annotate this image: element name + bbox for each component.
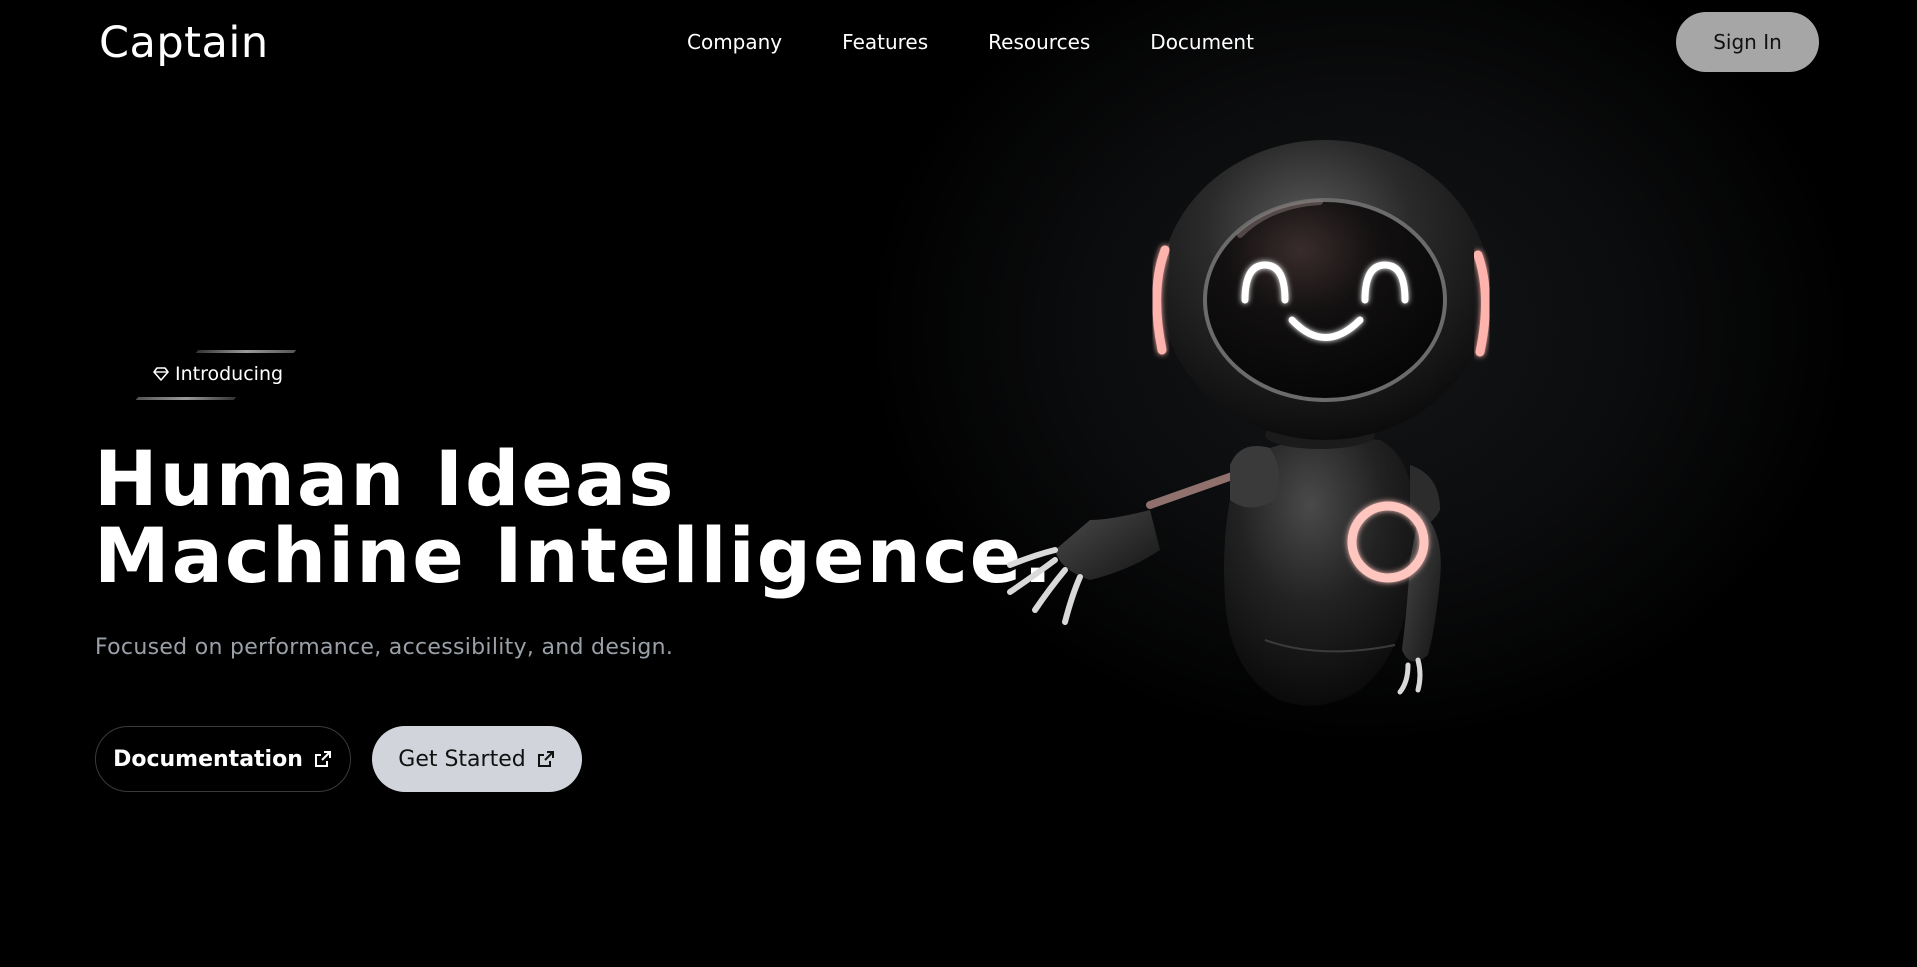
landing-page: Captain Company Features Resources Docum… xyxy=(0,0,1917,967)
logo[interactable]: Captain xyxy=(99,18,269,68)
external-link-icon xyxy=(537,751,554,767)
external-link-icon xyxy=(314,751,331,767)
hero-title-line-2: Machine Intelligence. xyxy=(94,511,1055,600)
nav-features[interactable]: Features xyxy=(842,30,928,54)
hero-subtitle: Focused on performance, accessibility, a… xyxy=(95,635,674,660)
gem-icon xyxy=(153,367,169,381)
get-started-label: Get Started xyxy=(398,746,526,772)
badge-line-bottom xyxy=(135,397,237,400)
badge-content: Introducing xyxy=(153,363,283,385)
hero-title-line-1: Human Ideas xyxy=(94,434,676,523)
main-nav: Company Features Resources Document xyxy=(687,30,1314,54)
badge-line-top xyxy=(195,350,297,353)
documentation-button[interactable]: Documentation xyxy=(95,726,351,792)
sign-in-button[interactable]: Sign In xyxy=(1676,12,1819,72)
nav-document[interactable]: Document xyxy=(1150,30,1254,54)
robot-illustration xyxy=(1007,140,1490,706)
robot-head xyxy=(1152,140,1490,440)
introducing-badge: Introducing xyxy=(135,350,297,402)
robot-body xyxy=(1224,437,1441,706)
documentation-label: Documentation xyxy=(113,746,303,772)
badge-label: Introducing xyxy=(175,363,284,385)
get-started-button[interactable]: Get Started xyxy=(372,726,582,792)
nav-company[interactable]: Company xyxy=(687,30,782,54)
nav-resources[interactable]: Resources xyxy=(988,30,1090,54)
robot-left-arm xyxy=(1007,471,1239,625)
hero-title: Human Ideas Machine Intelligence. xyxy=(94,440,1054,594)
